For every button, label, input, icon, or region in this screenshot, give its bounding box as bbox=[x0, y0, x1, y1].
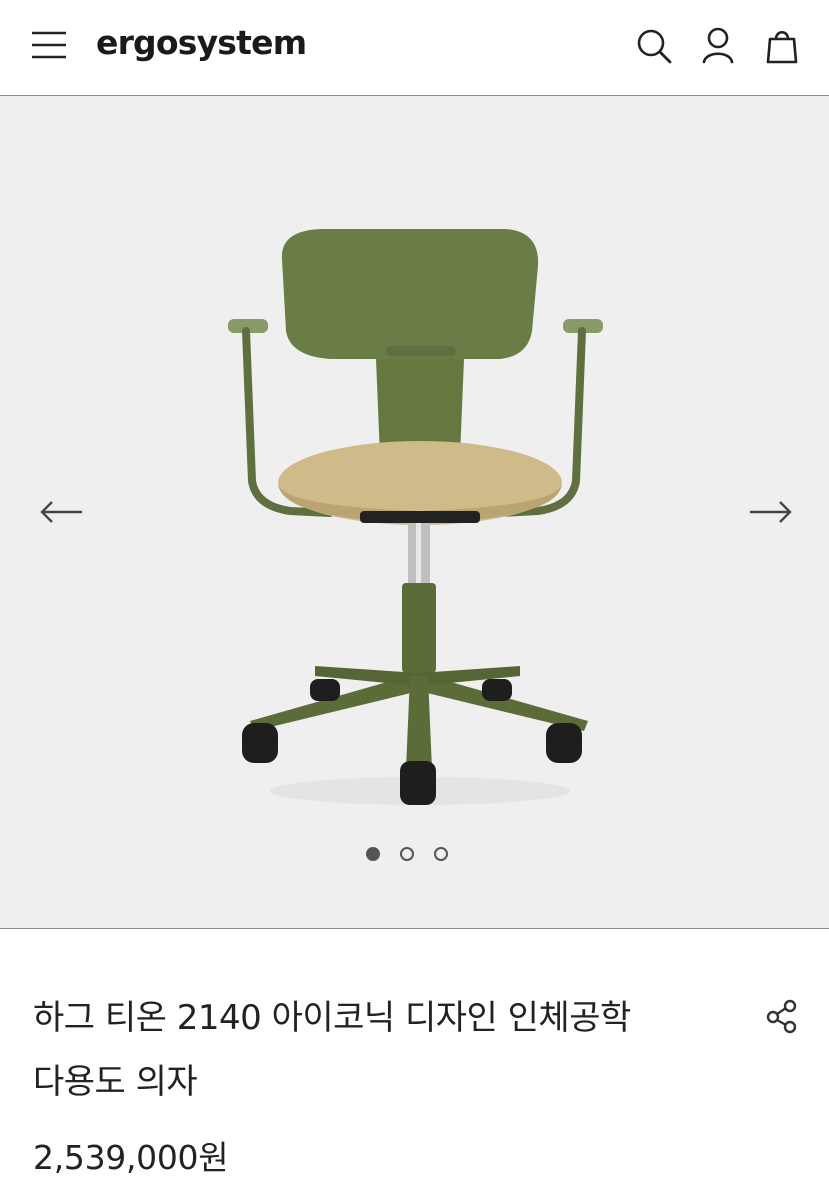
product-title: 하그 티온 2140 아이코닉 디자인 인체공학 다용도 의자 bbox=[33, 986, 733, 1114]
product-image-gallery bbox=[0, 96, 829, 929]
arrow-left-icon[interactable] bbox=[38, 494, 88, 530]
brand-logo[interactable]: ergosystem bbox=[96, 22, 307, 64]
shopping-bag-icon[interactable] bbox=[760, 24, 804, 68]
hamburger-menu-icon[interactable] bbox=[26, 24, 74, 66]
carousel-dot-2[interactable] bbox=[400, 847, 414, 861]
search-icon[interactable] bbox=[632, 24, 676, 68]
product-title-line-1: 하그 티온 2140 아이코닉 디자인 인체공학 bbox=[33, 998, 631, 1038]
carousel-pagination bbox=[366, 847, 448, 865]
arrow-right-icon[interactable] bbox=[746, 494, 796, 530]
product-title-line-2: 다용도 의자 bbox=[33, 1062, 198, 1102]
chair-product-image bbox=[220, 221, 620, 821]
product-price: 2,539,000원 bbox=[33, 1138, 229, 1177]
user-icon[interactable] bbox=[696, 24, 740, 68]
carousel-dot-3[interactable] bbox=[434, 847, 448, 861]
share-icon[interactable] bbox=[762, 996, 802, 1036]
header: ergosystem bbox=[0, 0, 829, 96]
carousel-dot-1[interactable] bbox=[366, 847, 380, 861]
